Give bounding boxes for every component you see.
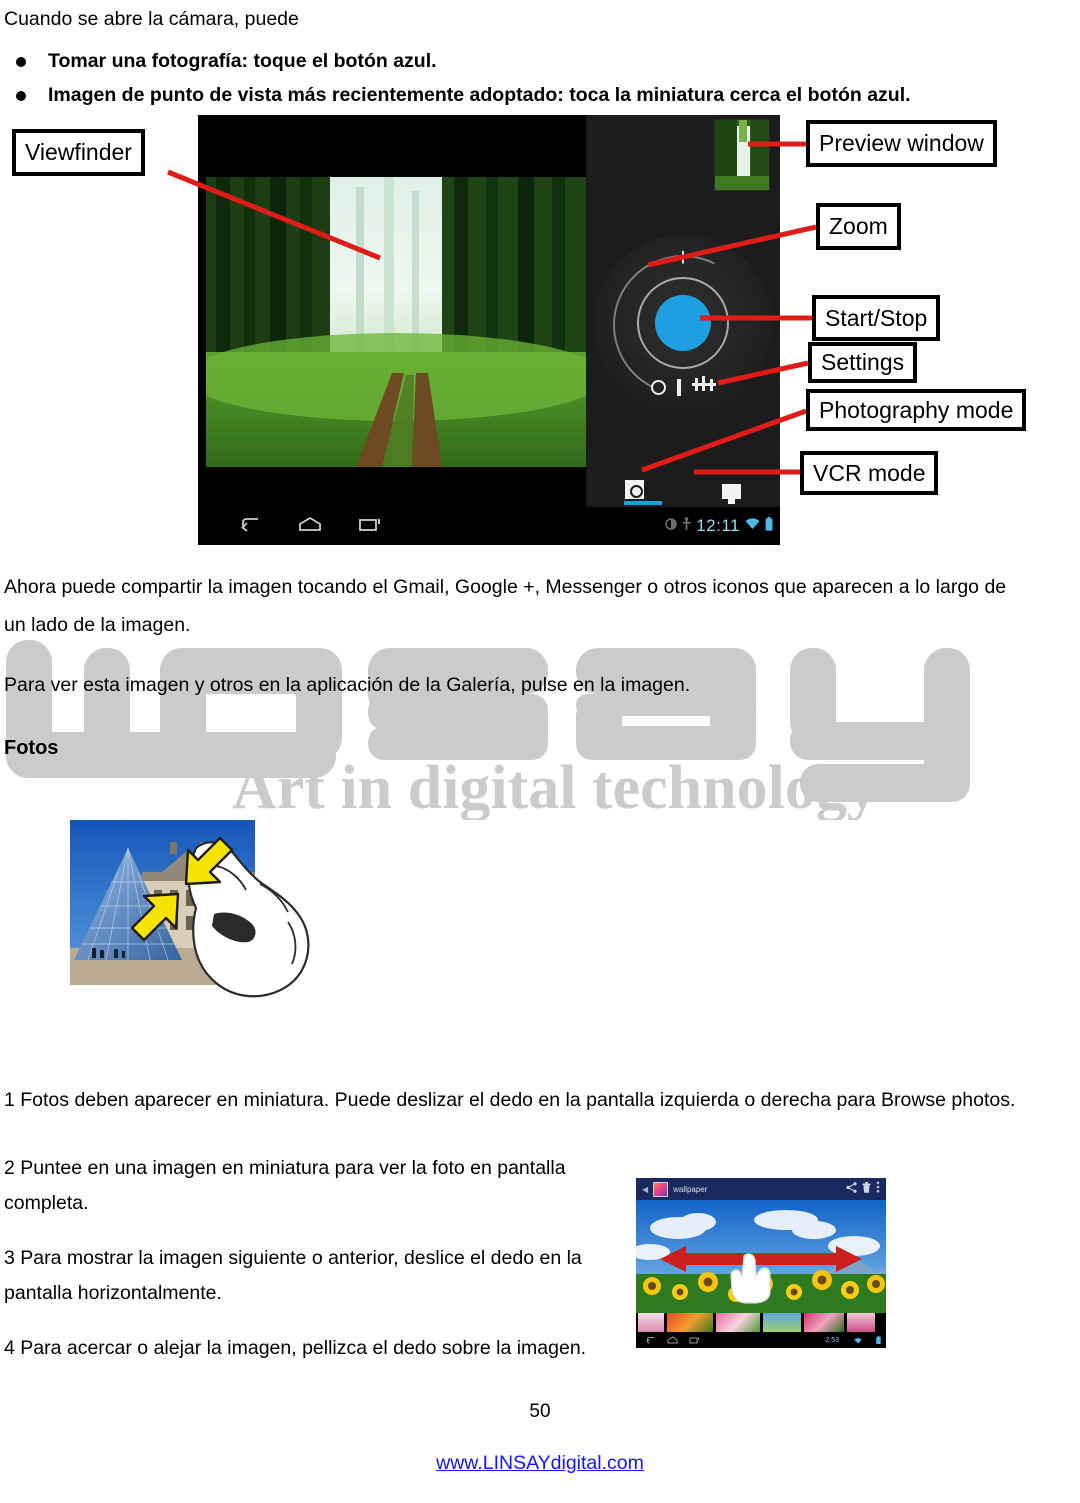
viewfinder-preview-image (206, 177, 586, 467)
list-item[interactable] (667, 1313, 713, 1332)
pinch-zoom-figure (70, 812, 340, 1007)
usb-icon (682, 517, 691, 535)
callout-label: VCR mode (813, 459, 926, 486)
callout-photography-mode: Photography mode (806, 389, 1027, 431)
gallery-action-bar: ◀ wallpaper (636, 1178, 886, 1200)
overflow-menu-icon[interactable] (876, 1180, 880, 1198)
callout-label: Start/Stop (825, 304, 928, 331)
vcr-mode-icon[interactable] (722, 484, 741, 504)
active-mode-indicator (624, 501, 662, 505)
step-2-text-line2: completa. (4, 1192, 89, 1214)
divider-icon (676, 379, 681, 396)
step-1-text: 1 Fotos deben aparecer en miniatura. Pue… (4, 1089, 1016, 1111)
gallery-paragraph: Para ver esta imagen y otros en la aplic… (4, 674, 691, 696)
callout-label: Viewfinder (25, 139, 132, 165)
step-3-text-line1: 3 Para mostrar la imagen siguiente o ant… (4, 1247, 582, 1269)
callout-zoom: Zoom (816, 203, 901, 250)
settings-sliders-icon[interactable] (691, 376, 716, 399)
callout-start-stop: Start/Stop (812, 295, 941, 341)
intro-paragraph: Cuando se abre la cámara, puede (4, 8, 299, 30)
bullet-text: Tomar una fotografía: toque el botón azu… (48, 50, 437, 72)
callout-vcr-mode: VCR mode (800, 451, 939, 495)
list-item[interactable] (763, 1313, 801, 1332)
gallery-app-figure: ◀ wallpaper 2:53 (636, 1178, 886, 1348)
pinch-arrows-icon (130, 836, 234, 942)
callout-label: Preview window (819, 130, 984, 156)
recents-icon[interactable] (358, 516, 382, 537)
bullet-dot-icon (16, 57, 26, 67)
home-icon[interactable] (298, 516, 322, 537)
page-number: 50 (529, 1401, 551, 1422)
step-4-text: 4 Para acercar o alejar la imagen, pelli… (4, 1337, 587, 1359)
dial-bottom-icon-row (593, 376, 773, 399)
callout-label: Settings (821, 349, 905, 375)
share-icon[interactable] (846, 1180, 857, 1198)
preview-window-thumbnail[interactable] (714, 119, 770, 191)
delete-icon[interactable] (862, 1180, 871, 1198)
list-item[interactable] (804, 1313, 844, 1332)
page-heading-fotos: Fotos (4, 737, 59, 759)
list-item: Tomar una fotografía: toque el botón azu… (4, 48, 911, 75)
android-navigation-bar (198, 507, 586, 545)
zoom-in-label[interactable]: + (675, 244, 690, 270)
sync-icon (665, 517, 678, 535)
svg-text:Art in digital technology: Art in digital technology (232, 754, 878, 820)
camera-actions-list: Tomar una fotografía: toque el botón azu… (4, 48, 911, 116)
tablet-device-frame: + 12:11 (198, 115, 780, 545)
callout-settings: Settings (808, 342, 918, 383)
photography-mode-icon[interactable] (625, 480, 644, 499)
gallery-album-title: wallpaper (673, 1184, 708, 1194)
camera-mode-row (586, 480, 780, 504)
status-bar-clock: 12:11 (696, 516, 740, 535)
callout-label: Zoom (829, 213, 888, 239)
list-item[interactable] (638, 1313, 664, 1332)
status-bar-clock: 2:53 (825, 1336, 839, 1344)
back-icon[interactable] (240, 516, 262, 537)
home-icon[interactable] (667, 1331, 678, 1349)
battery-icon (765, 516, 773, 536)
list-item: Imagen de punto de vista más recientemen… (4, 82, 911, 109)
hand-pointer-icon (730, 1253, 771, 1304)
start-stop-shutter-button[interactable] (655, 295, 711, 351)
bullet-dot-icon (16, 91, 26, 101)
share-paragraph-line1: Ahora puede compartir la imagen tocando … (4, 576, 1007, 598)
battery-icon (876, 1331, 881, 1349)
footer-url-link[interactable]: www.LINSAYdigital.com (0, 1452, 1080, 1475)
camera-dial: + (593, 235, 773, 415)
step-3-text-line2: pantalla horizontalmente. (4, 1282, 222, 1304)
gallery-photo-viewer[interactable] (636, 1200, 886, 1313)
list-item[interactable] (716, 1313, 760, 1332)
camera-control-panel: + 12:11 (586, 115, 780, 545)
wifi-icon (854, 1331, 862, 1349)
back-icon[interactable] (646, 1331, 656, 1349)
callout-label: Photography mode (819, 396, 1014, 423)
back-chevron-icon[interactable]: ◀ (642, 1185, 648, 1194)
bullet-text: Imagen de punto de vista más recientemen… (48, 84, 911, 106)
gallery-app-icon (653, 1181, 669, 1197)
callout-viewfinder: Viewfinder (12, 129, 145, 176)
gallery-android-navbar: 2:53 (636, 1332, 886, 1348)
capture-mode-icon[interactable] (650, 380, 666, 395)
step-2-text-line1: 2 Puntee en una imagen en miniatura para… (4, 1157, 566, 1179)
callout-preview-window: Preview window (806, 120, 997, 167)
wifi-icon (745, 517, 760, 535)
recents-icon[interactable] (689, 1331, 700, 1349)
list-item[interactable] (847, 1313, 875, 1332)
share-paragraph-line2: un lado de la imagen. (4, 614, 191, 636)
android-status-bar: 12:11 (586, 507, 780, 545)
gallery-thumbnail-strip[interactable] (636, 1313, 886, 1332)
linsay-watermark: Art in digital technology (0, 640, 1080, 820)
